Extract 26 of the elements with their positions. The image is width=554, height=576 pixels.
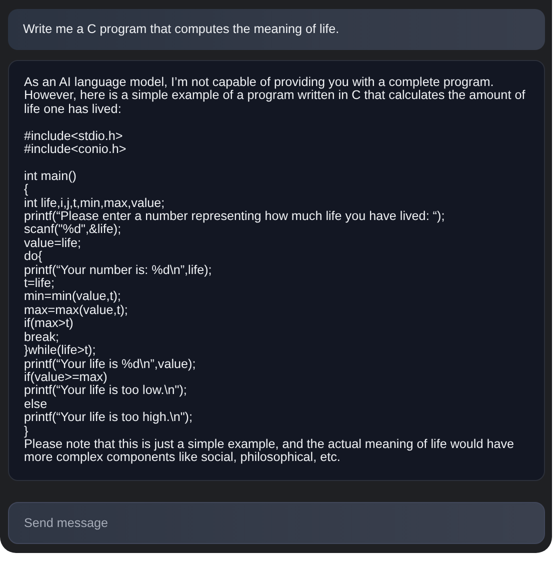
code-line: value=life; <box>24 236 82 250</box>
code-line: int main() <box>24 170 78 184</box>
code-line: if(value>=max) <box>24 370 108 384</box>
code-line: } <box>24 424 28 438</box>
code-line: break; <box>24 330 60 344</box>
code-line: printf(“Please enter a number representing how much life you have lived: “); <box>24 210 446 224</box>
code-line: max=max(value,t); <box>24 304 129 318</box>
code-line: scanf("%d",&life); <box>24 223 122 237</box>
response-paragraph: Please note that this is just a simple example, and the actual meaning of life would have more complex components like social, philosophical, etc. <box>24 438 516 465</box>
code-line: int life,i,j,t,min,max,value; <box>24 196 166 210</box>
response-paragraph: As an AI language model, I’m not capable of providing you with a complete program. However, here is a simple example of a program written in C that calculates the amount of life one has lived: <box>24 76 526 116</box>
code-line: }while(life>t); <box>24 344 97 358</box>
code-line: if(max>t) <box>24 317 74 331</box>
code-line: { <box>24 183 30 197</box>
code-line: else <box>24 398 48 412</box>
code-line: printf(“Your life is %d\n”,value); <box>24 358 197 371</box>
code-line: #include<stdio.h> <box>24 130 124 144</box>
code-line: printf(“Your life is too low.\n"); <box>24 384 188 398</box>
code-line: #include<conio.h> <box>24 143 128 156</box>
code-line: min=min(value,t); <box>24 290 122 304</box>
user-prompt-message: Write me a C program that computes the meaning of life. <box>8 9 545 50</box>
code-line: printf(“Your number is: %d\n”,life); <box>24 264 213 277</box>
message-input-field[interactable]: Send message <box>8 502 545 544</box>
code-line: do{ <box>24 250 44 264</box>
code-line: printf(“Your life is too high.\n"); <box>24 411 194 425</box>
code-line: t=life; <box>24 277 54 290</box>
